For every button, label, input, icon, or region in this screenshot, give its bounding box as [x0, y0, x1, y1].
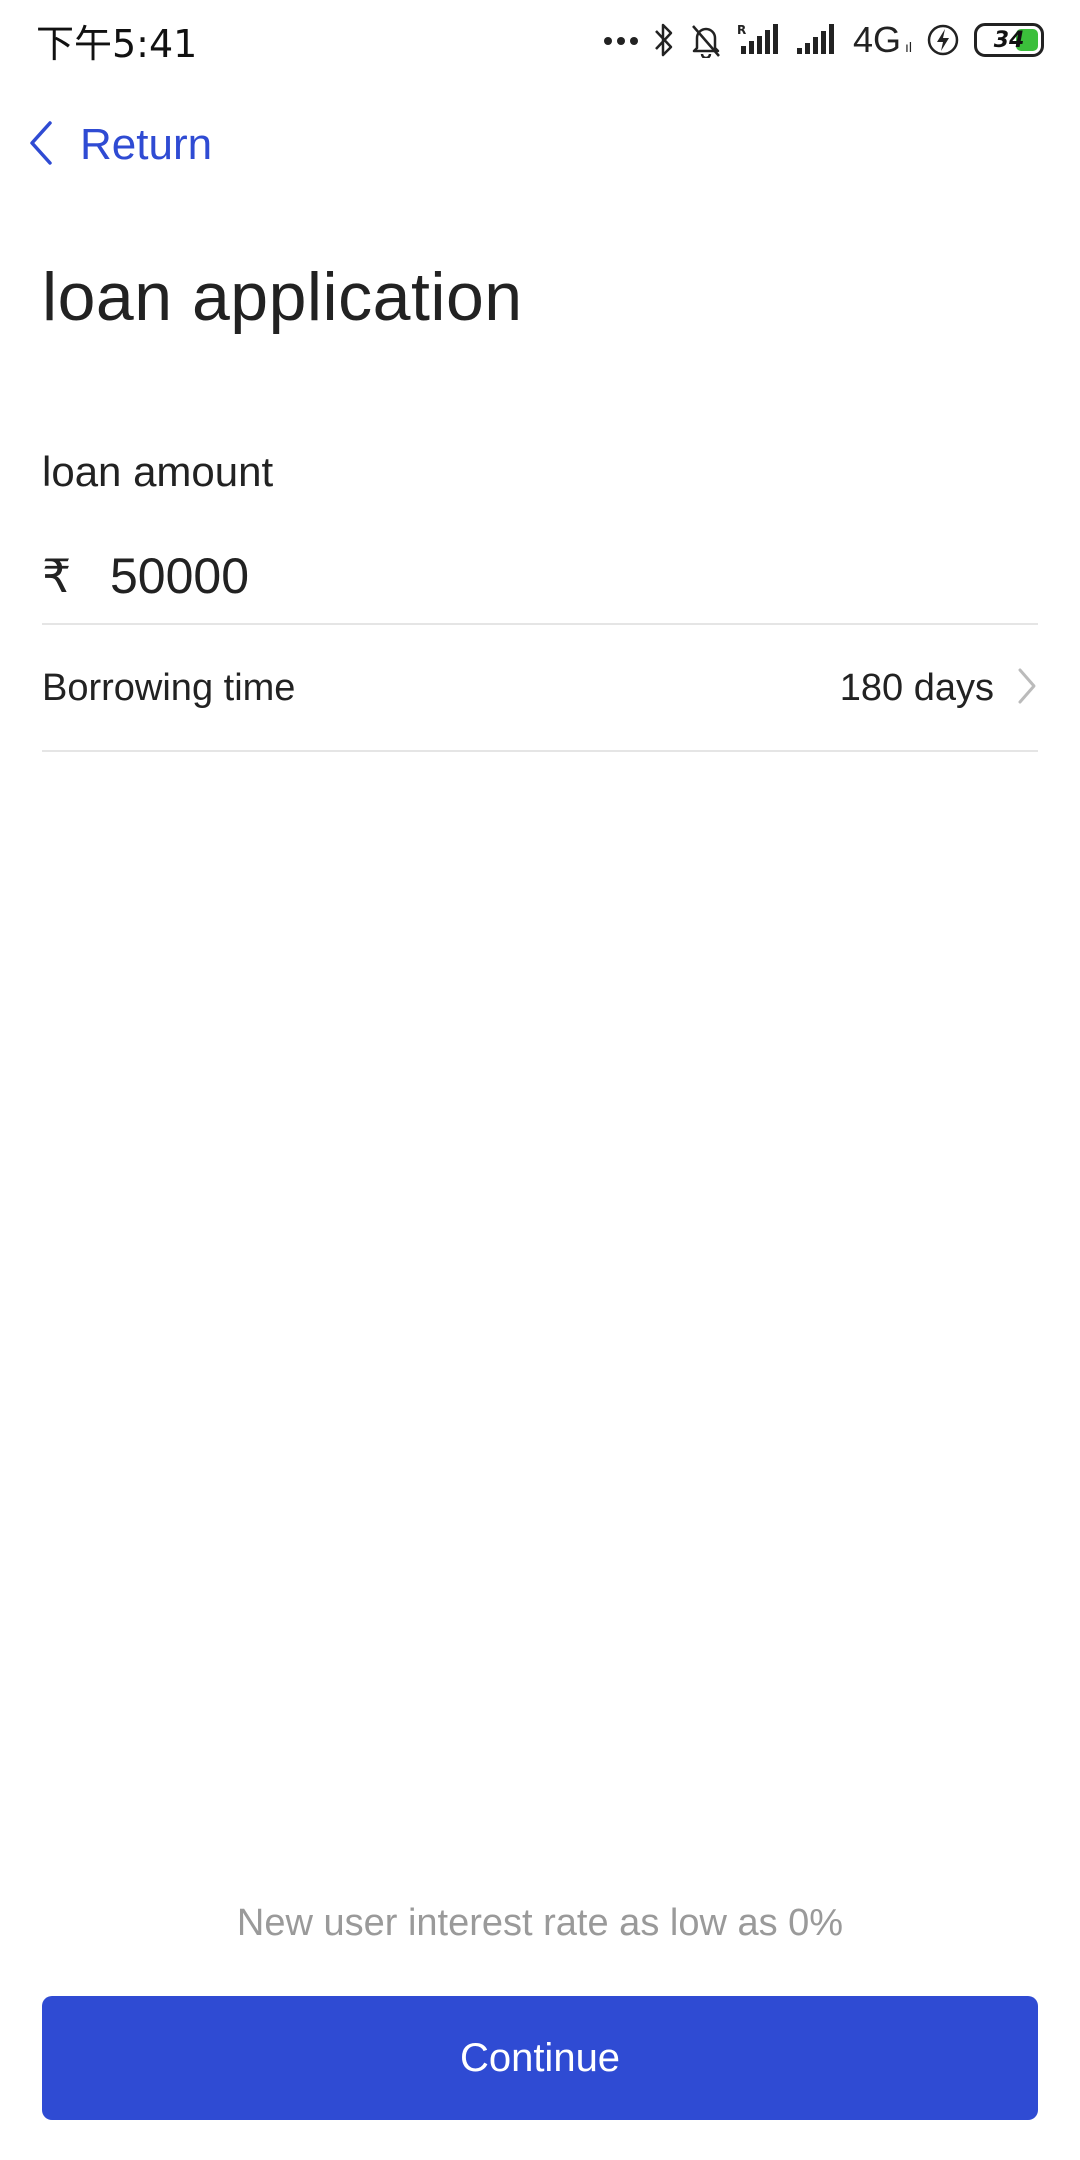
divider — [42, 623, 1038, 625]
bluetooth-icon — [653, 22, 675, 58]
chevron-left-icon — [24, 118, 58, 173]
network-activity: ıl — [905, 39, 912, 55]
back-label: Return — [80, 120, 213, 169]
svg-text:R: R — [737, 23, 746, 37]
borrowing-time-value: 180 days — [839, 666, 994, 709]
promo-text: New user interest rate as low as 0% — [236, 1902, 844, 1944]
battery-icon: 34 — [974, 23, 1044, 57]
loan-amount-label: loan amount — [42, 448, 274, 495]
loan-amount-field[interactable]: ₹ 50000 — [42, 528, 1038, 624]
network-type: 4G — [852, 19, 901, 60]
page-title: loan application — [42, 259, 523, 335]
borrowing-time-selector[interactable]: 180 days — [840, 666, 1038, 711]
status-icons: R 4G ıl 34 — [603, 19, 1044, 61]
bell-muted-icon — [689, 22, 723, 58]
continue-label: Continue — [459, 2035, 621, 2080]
signal-roaming-icon: R — [737, 22, 781, 58]
borrowing-time-row[interactable]: Borrowing time 180 days — [42, 626, 1038, 750]
loan-amount-value[interactable]: 50000 — [110, 547, 249, 605]
status-bar: 下午5:41 R 4G ıl 34 — [0, 0, 1080, 80]
status-time: 下午5:41 — [36, 21, 198, 66]
divider — [42, 750, 1038, 752]
continue-button[interactable]: Continue — [42, 1996, 1038, 2120]
borrowing-time-label: Borrowing time — [42, 666, 296, 709]
back-button[interactable]: Return — [24, 110, 212, 180]
battery-percent: 34 — [993, 27, 1025, 53]
charging-icon — [926, 22, 960, 58]
currency-symbol: ₹ — [42, 549, 72, 603]
chevron-right-icon — [1016, 666, 1038, 711]
more-dots-icon — [603, 33, 639, 47]
signal-icon — [795, 22, 839, 58]
screen: 下午5:41 R 4G ıl 34 Return loan applicatio… — [0, 0, 1080, 2160]
